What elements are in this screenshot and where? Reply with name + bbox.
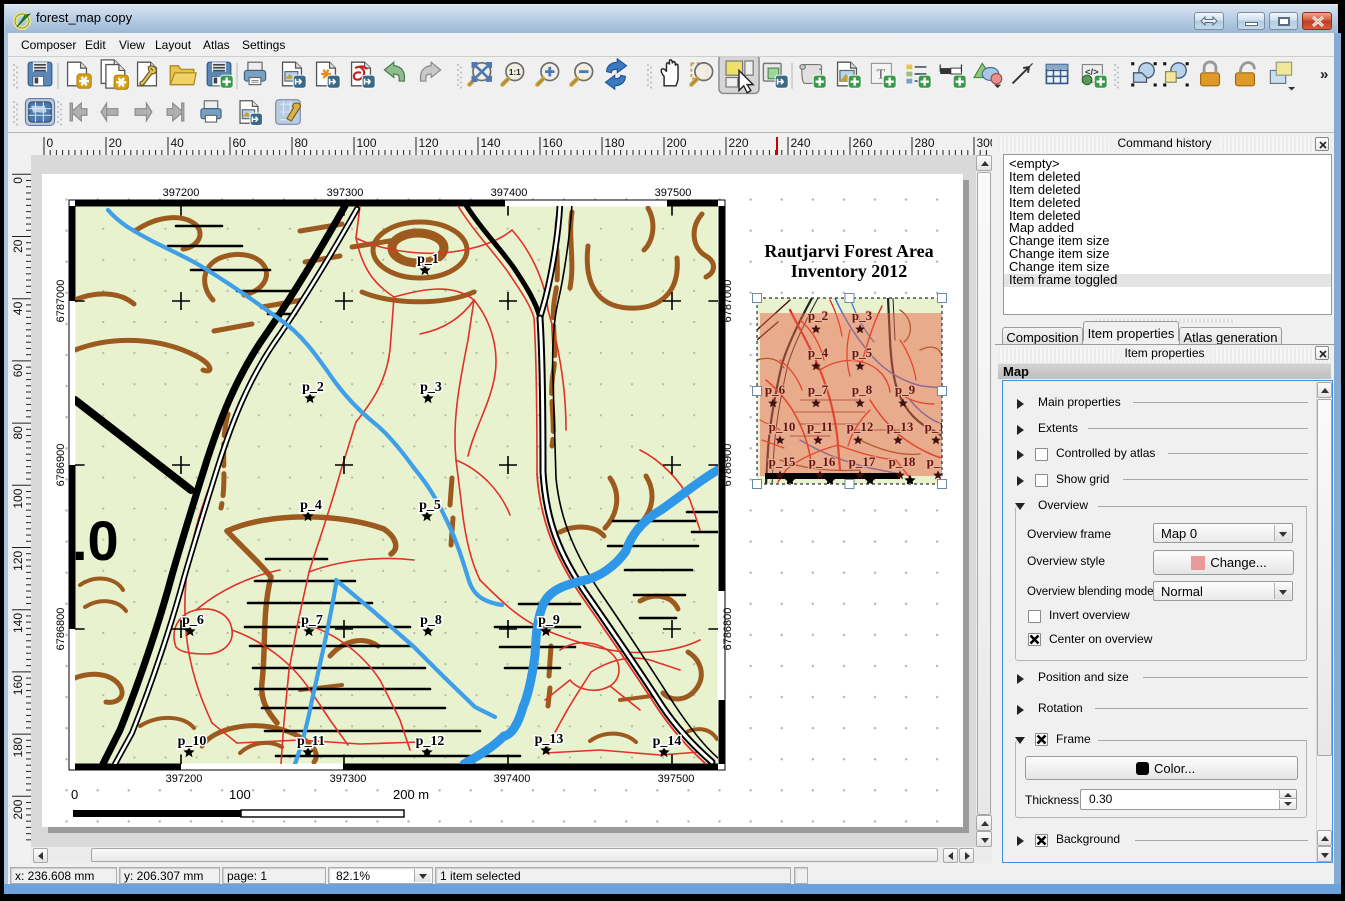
svg-text:p_1: p_1 xyxy=(417,252,439,267)
svg-text:p_5: p_5 xyxy=(419,498,441,513)
svg-text:p_10: p_10 xyxy=(769,419,796,434)
svg-text:40: 40 xyxy=(11,301,25,315)
svg-text:p_17: p_17 xyxy=(849,454,876,469)
svg-text:6786800: 6786800 xyxy=(722,608,734,651)
svg-text:p_6: p_6 xyxy=(765,382,786,397)
svg-text:p_4: p_4 xyxy=(808,345,829,360)
svg-text:397500: 397500 xyxy=(658,773,695,785)
svg-text:0: 0 xyxy=(11,177,25,184)
svg-text:397400: 397400 xyxy=(491,187,528,199)
svg-text:100: 100 xyxy=(229,787,251,802)
svg-text:6786900: 6786900 xyxy=(722,444,734,487)
svg-text:p_12: p_12 xyxy=(847,419,874,434)
svg-text:p_16: p_16 xyxy=(809,454,836,469)
svg-text:60: 60 xyxy=(11,364,25,378)
svg-text:140: 140 xyxy=(11,613,25,633)
svg-text:Inventory 2012: Inventory 2012 xyxy=(791,261,908,281)
svg-text:0: 0 xyxy=(47,136,54,150)
svg-text:200: 200 xyxy=(11,799,25,819)
svg-text:p_19: p_19 xyxy=(927,454,954,469)
svg-text:140: 140 xyxy=(481,136,501,150)
svg-text:160: 160 xyxy=(543,136,563,150)
svg-text:280: 280 xyxy=(915,136,935,150)
svg-text:60: 60 xyxy=(233,136,247,150)
svg-text:6786900: 6786900 xyxy=(55,444,67,487)
svg-text:160: 160 xyxy=(11,675,25,695)
svg-text:397200: 397200 xyxy=(163,187,200,199)
svg-text:100: 100 xyxy=(357,136,377,150)
svg-text:180: 180 xyxy=(605,136,625,150)
svg-text:100: 100 xyxy=(11,488,25,508)
svg-text:240: 240 xyxy=(791,136,811,150)
svg-text:p_8: p_8 xyxy=(852,382,873,397)
svg-text:p_13: p_13 xyxy=(535,732,564,747)
svg-text:300: 300 xyxy=(977,136,993,150)
svg-text:397300: 397300 xyxy=(330,773,367,785)
svg-text:p_7: p_7 xyxy=(808,382,829,397)
svg-text:20: 20 xyxy=(11,239,25,253)
svg-text:6787000: 6787000 xyxy=(55,280,67,323)
svg-text:p_5: p_5 xyxy=(852,345,873,360)
svg-text:220: 220 xyxy=(729,136,749,150)
svg-text:p_7: p_7 xyxy=(301,613,323,628)
svg-text:Rautjarvi Forest Area: Rautjarvi Forest Area xyxy=(764,241,933,261)
svg-text:p_4: p_4 xyxy=(300,498,322,513)
svg-text:.0: .0 xyxy=(72,509,119,572)
svg-text:20: 20 xyxy=(109,136,123,150)
svg-text:6787000: 6787000 xyxy=(722,280,734,323)
svg-text:200 m: 200 m xyxy=(393,787,429,802)
svg-text:200: 200 xyxy=(667,136,687,150)
svg-text:397500: 397500 xyxy=(655,187,692,199)
svg-text:p_3: p_3 xyxy=(852,308,873,323)
svg-text:p_9: p_9 xyxy=(895,382,916,397)
svg-text:p_3: p_3 xyxy=(420,380,442,395)
svg-text:397200: 397200 xyxy=(166,773,203,785)
svg-text:p_18: p_18 xyxy=(889,454,916,469)
svg-text:p_9: p_9 xyxy=(538,613,560,628)
svg-text:p_14: p_14 xyxy=(653,734,682,749)
svg-text:397400: 397400 xyxy=(494,773,531,785)
svg-text:p_10: p_10 xyxy=(178,734,207,749)
svg-text:p_6: p_6 xyxy=(182,613,204,628)
svg-text:p_2: p_2 xyxy=(808,308,828,323)
svg-text:260: 260 xyxy=(853,136,873,150)
svg-text:p_11: p_11 xyxy=(807,419,833,434)
svg-text:0: 0 xyxy=(71,787,78,802)
svg-text:120: 120 xyxy=(11,550,25,570)
svg-text:p_12: p_12 xyxy=(416,734,445,749)
svg-text:120: 120 xyxy=(419,136,439,150)
svg-text:p_13: p_13 xyxy=(887,419,914,434)
svg-text:p_15: p_15 xyxy=(769,454,796,469)
svg-text:p_11: p_11 xyxy=(297,734,325,749)
svg-text:6786800: 6786800 xyxy=(55,608,67,651)
svg-text:1:1: 1:1 xyxy=(509,68,521,77)
svg-text:80: 80 xyxy=(11,426,25,440)
svg-text:»: » xyxy=(1320,66,1328,83)
svg-text:p_14: p_14 xyxy=(925,419,952,434)
svg-text:p_2: p_2 xyxy=(302,380,324,395)
svg-text:180: 180 xyxy=(11,737,25,757)
svg-text:80: 80 xyxy=(295,136,309,150)
svg-text:40: 40 xyxy=(171,136,185,150)
svg-text:p_8: p_8 xyxy=(420,613,442,628)
svg-text:397300: 397300 xyxy=(327,187,364,199)
